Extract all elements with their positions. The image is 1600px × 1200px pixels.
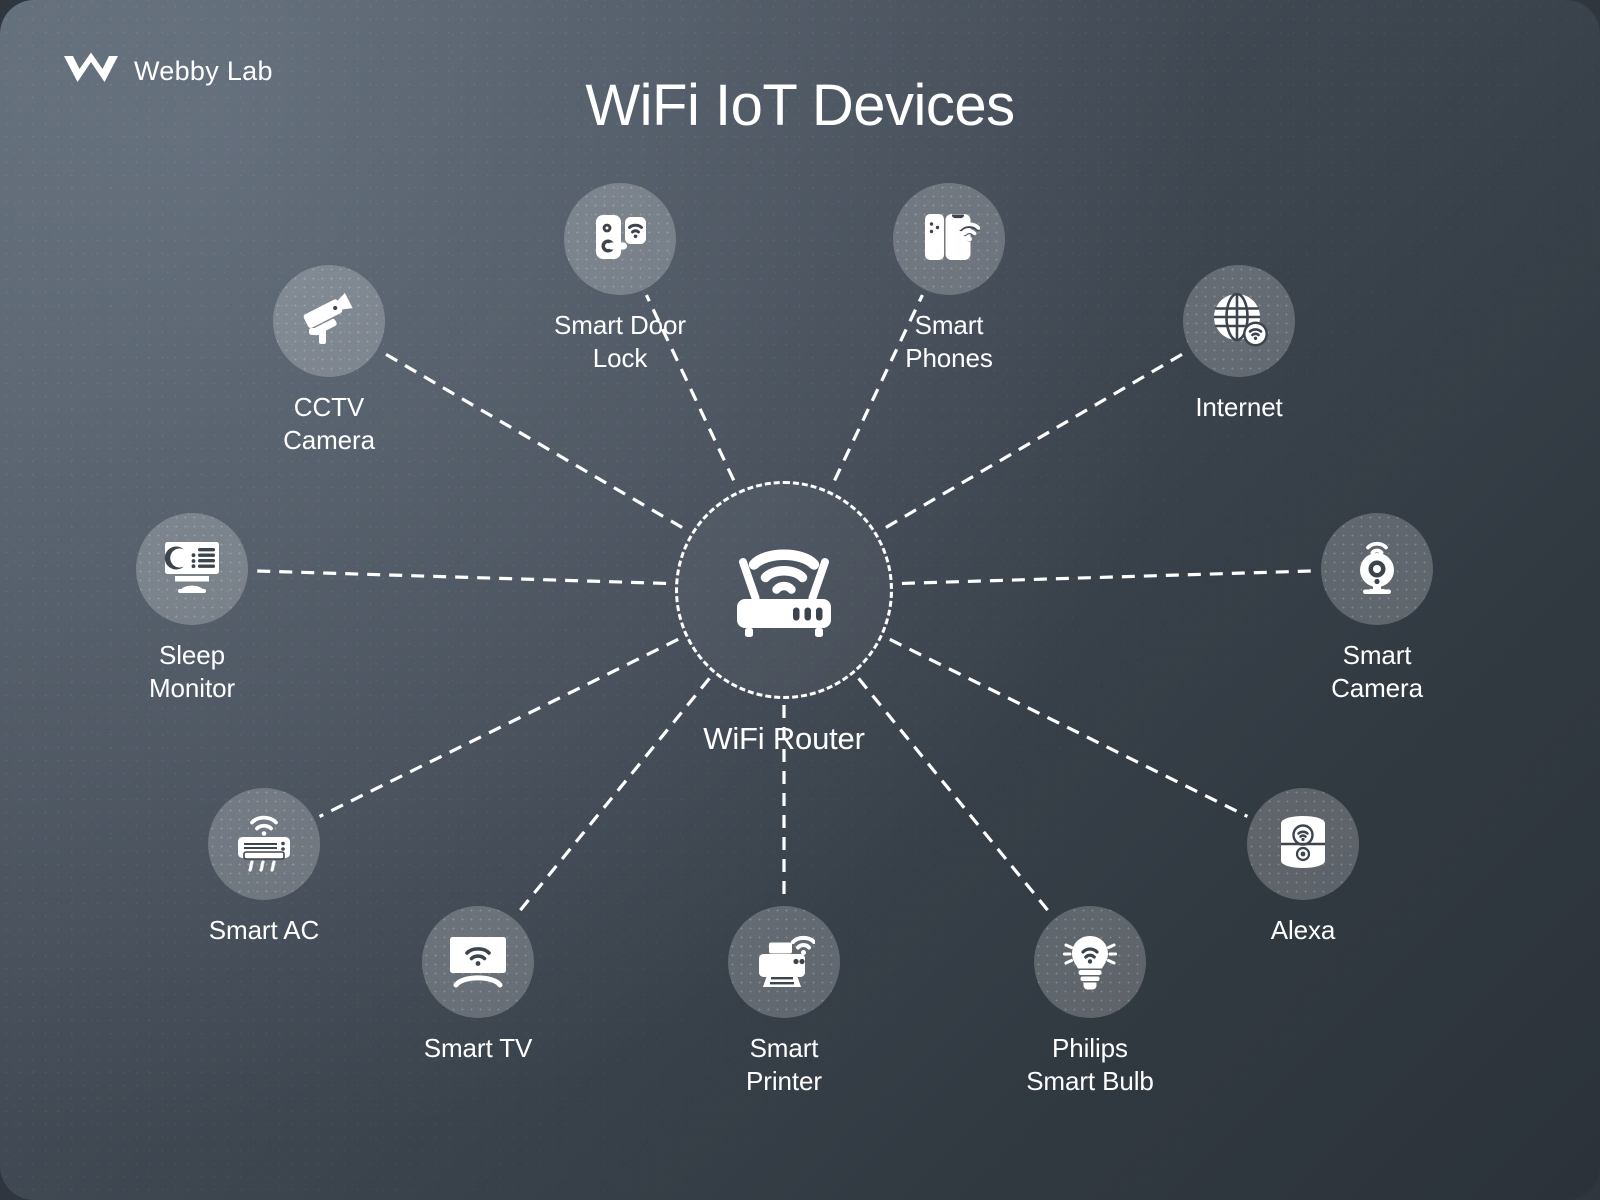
device-label: Sleep Monitor [149, 640, 235, 704]
diagram-card: Webby Lab WiFi IoT Devices WiFi Router C… [0, 0, 1600, 1200]
page-title: WiFi IoT Devices [585, 73, 1015, 138]
smartphone-icon [918, 206, 981, 273]
device-node-smart-ac[interactable]: Smart AC [144, 788, 384, 947]
hub-node-wifi-router[interactable]: WiFi Router [604, 481, 964, 757]
device-node-internet[interactable]: Internet [1119, 265, 1359, 424]
television-wifi-icon [446, 931, 510, 994]
smart-speaker-icon [1273, 811, 1333, 878]
door-lock-icon [589, 206, 651, 273]
hub-circle [675, 481, 893, 699]
light-bulb-wifi-icon [1059, 929, 1121, 996]
device-circle [1321, 513, 1433, 625]
device-label: Smart Camera [1331, 640, 1423, 704]
air-conditioner-wifi-icon [233, 811, 295, 878]
device-node-smart-camera[interactable]: Smart Camera [1257, 513, 1497, 706]
device-node-cctv-camera[interactable]: CCTV Camera [209, 265, 449, 458]
cctv-camera-icon [298, 288, 360, 355]
device-circle [1183, 265, 1295, 377]
device-node-smart-phones[interactable]: Smart Phones [829, 183, 1069, 376]
device-label: Smart Printer [746, 1033, 822, 1097]
device-node-sleep-monitor[interactable]: Sleep Monitor [72, 513, 312, 706]
device-circle [893, 183, 1005, 295]
device-node-smart-door-lock[interactable]: Smart Door Lock [500, 183, 740, 376]
device-circle [273, 265, 385, 377]
device-node-alexa[interactable]: Alexa [1183, 788, 1423, 947]
globe-wifi-icon [1208, 288, 1270, 355]
device-circle [564, 183, 676, 295]
device-circle [728, 906, 840, 1018]
device-circle [1247, 788, 1359, 900]
device-label: Smart AC [208, 915, 320, 945]
device-circle [136, 513, 248, 625]
device-label: CCTV Camera [283, 392, 375, 456]
device-label: Alexa [1270, 915, 1336, 945]
wifi-router-icon [725, 536, 843, 645]
hub-label: WiFi Router [703, 721, 865, 756]
webcam-icon [1346, 536, 1408, 603]
device-label: Smart Door Lock [554, 310, 686, 374]
device-circle [208, 788, 320, 900]
device-label: Internet [1195, 392, 1283, 422]
device-label: Smart TV [423, 1033, 533, 1063]
device-node-philips-smart-bulb[interactable]: Philips Smart Bulb [970, 906, 1210, 1099]
device-node-smart-printer[interactable]: Smart Printer [664, 906, 904, 1099]
device-label: Philips Smart Bulb [1026, 1033, 1154, 1097]
diagram-canvas: Webby Lab WiFi IoT Devices WiFi Router C… [0, 0, 1600, 1200]
device-circle [422, 906, 534, 1018]
device-circle [1034, 906, 1146, 1018]
printer-wifi-icon [753, 929, 816, 996]
device-node-smart-tv[interactable]: Smart TV [358, 906, 598, 1065]
device-label: Smart Phones [905, 310, 993, 374]
sleep-monitor-icon [160, 538, 224, 601]
